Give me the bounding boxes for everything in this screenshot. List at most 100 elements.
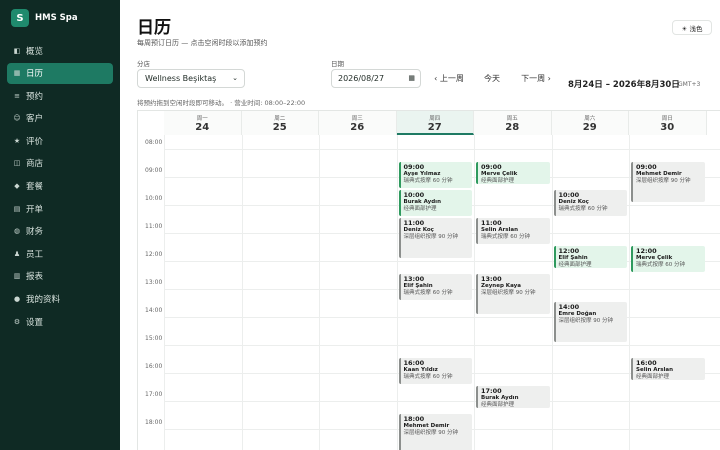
sidebar-item-9[interactable]: ♟ 员工 (7, 243, 113, 264)
appointment-card[interactable]: 09:00 Mehmet Demir 深层组织按摩 90 分钟 (631, 162, 705, 202)
day-column-divider (629, 135, 630, 450)
appointment-name: Deniz Koç (558, 199, 589, 205)
brand[interactable]: S HMS Spa (11, 9, 78, 27)
nav-icon: ★ (13, 136, 21, 145)
today-button[interactable]: 今天 (479, 70, 505, 87)
day-header[interactable]: 周六 29 (551, 111, 629, 135)
appointment-card[interactable]: 11:00 Deniz Koç 深层组织按摩 90 分钟 (398, 218, 472, 258)
appointment-name: Merve Çelik (481, 171, 518, 177)
sidebar-item-12[interactable]: ⚙ 设置 (7, 311, 113, 332)
appointment-card[interactable]: 13:00 Zeynep Kaya 深层组织按摩 90 分钟 (476, 274, 550, 314)
drag-hint: 将预约拖到空闲时段即可移动。 · 营业时间: 08:00–22:00 (137, 99, 306, 107)
appointment-service: 深层组织按摩 90 分钟 (558, 318, 614, 324)
appointment-time: 12:00 (636, 247, 657, 255)
nav-icon: ◧ (13, 46, 21, 55)
nav-icon: ▦ (13, 69, 21, 78)
theme-toggle-button[interactable]: ☀ 浅色 (672, 20, 712, 35)
appointment-name: Mehmet Demir (403, 423, 450, 429)
appointment-time: 18:00 (403, 415, 425, 423)
day-column-divider (396, 135, 398, 450)
sidebar-item-6[interactable]: ◆ 套餐 (7, 176, 113, 197)
sidebar-item-7[interactable]: ▤ 开单 (7, 198, 113, 219)
sidebar-item-label: 商店 (26, 159, 44, 170)
nav-icon: ◆ (14, 182, 20, 191)
appointment-service: 经典面部护理 (481, 402, 515, 408)
day-number: 24 (195, 122, 210, 133)
calendar-icon[interactable]: ▦ (408, 74, 415, 82)
hour-gridline (164, 401, 720, 402)
sidebar-item-label: 员工 (26, 249, 44, 260)
appointment-name: Emre Doğan (558, 311, 597, 317)
appointment-time: 09:00 (403, 163, 425, 171)
appointment-time: 10:00 (558, 191, 580, 199)
sidebar-item-8[interactable]: ◍ 财务 (7, 221, 113, 242)
appointment-name: Mehmet Demir (636, 171, 682, 177)
appointment-service: 深层组织按摩 90 分钟 (403, 234, 459, 240)
appointment-name: Elif Şahin (403, 283, 433, 289)
day-header[interactable]: 周四 27 (396, 111, 474, 135)
nav-icon: ◍ (13, 227, 21, 236)
appointment-card[interactable]: 12:00 Elif Şahin 经典面部护理 (553, 246, 627, 268)
day-weekday: 周二 (274, 116, 286, 122)
time-label: 16:00 (145, 363, 163, 370)
day-column-divider (319, 135, 320, 450)
day-number: 26 (350, 122, 365, 133)
time-label: 17:00 (145, 391, 163, 398)
appointment-service: 经典面部护理 (403, 206, 437, 212)
branch-select[interactable]: Wellness Beşiktaş ⌄ (137, 69, 245, 88)
appointment-card[interactable]: 10:00 Burak Aydın 经典面部护理 (398, 190, 472, 216)
time-label: 09:00 (145, 167, 163, 174)
day-header[interactable]: 周五 28 (474, 111, 552, 135)
appointment-service: 瑞典式按摩 60 分钟 (403, 290, 453, 296)
day-number: 28 (505, 122, 520, 133)
sidebar-item-0[interactable]: ◧ 概览 (7, 40, 113, 61)
sidebar-item-5[interactable]: ◫ 商店 (7, 153, 113, 174)
day-header[interactable]: 周三 26 (319, 111, 397, 135)
time-label: 14:00 (145, 307, 163, 314)
appointment-card[interactable]: 14:00 Emre Doğan 深层组织按摩 90 分钟 (553, 302, 627, 342)
sidebar-item-4[interactable]: ★ 评价 (7, 130, 113, 151)
week-calendar: 周一 24 周二 25 周三 26 周四 27 周五 28 周六 29 周日 30 08:00 09:00 10… (137, 110, 720, 450)
appointment-name: Zeynep Kaya (481, 283, 521, 289)
appointment-service: 经典面部护理 (636, 374, 670, 380)
appointment-card[interactable]: 18:00 Mehmet Demir 深层组织按摩 90 分钟 (398, 414, 472, 450)
prev-week-button[interactable]: ‹ 上一周 (428, 70, 470, 87)
sidebar-item-2[interactable]: ≡ 预约 (7, 85, 113, 106)
day-header[interactable]: 周一 24 (164, 111, 242, 135)
sidebar-item-3[interactable]: ☺ 客户 (7, 108, 113, 129)
day-column-divider (241, 135, 243, 450)
day-column-divider (474, 135, 475, 450)
appointment-card[interactable]: 12:00 Merve Çelik 瑞典式按摩 60 分钟 (631, 246, 705, 272)
nav-icon: ♟ (13, 249, 21, 258)
sidebar-item-1[interactable]: ▦ 日历 (7, 62, 113, 84)
appointment-service: 瑞典式按摩 60 分钟 (481, 234, 530, 240)
sidebar-item-label: 我的资料 (26, 295, 61, 306)
time-label: 11:00 (145, 223, 163, 230)
appointment-name: Selin Arslan (481, 227, 519, 233)
page-title: 日历 (137, 18, 171, 38)
date-input-value: 2026/08/27 (338, 74, 385, 83)
sidebar-item-label: 概览 (26, 46, 44, 57)
date-input[interactable]: 2026/08/27 ▦ (331, 69, 421, 88)
day-header[interactable]: 周日 30 (629, 111, 707, 135)
brand-logo: S (11, 9, 29, 27)
day-header[interactable]: 周二 25 (241, 111, 319, 135)
sidebar-item-10[interactable]: ▥ 报表 (7, 266, 113, 287)
appointment-service: 深层组织按摩 90 分钟 (403, 430, 459, 436)
next-week-button[interactable]: 下一周 › (515, 70, 557, 87)
appointment-time: 13:00 (403, 275, 425, 283)
appointment-card[interactable]: 16:00 Kaan Yıldız 瑞典式按摩 60 分钟 (398, 358, 472, 384)
appointment-name: Merve Çelik (636, 255, 673, 261)
appointment-card[interactable]: 17:00 Burak Aydın 经典面部护理 (476, 386, 550, 408)
appointment-card[interactable]: 16:00 Selin Arslan 经典面部护理 (631, 358, 705, 380)
appointment-card[interactable]: 13:00 Elif Şahin 瑞典式按摩 60 分钟 (398, 274, 472, 300)
time-label: 12:00 (145, 251, 163, 258)
appointment-card[interactable]: 09:00 Merve Çelik 经典面部护理 (476, 162, 550, 184)
appointment-card[interactable]: 09:00 Ayşe Yılmaz 瑞典式按摩 60 分钟 (398, 162, 472, 188)
day-weekday: 周四 (429, 116, 441, 122)
day-weekday: 周六 (584, 116, 596, 122)
sidebar-item-11[interactable]: ● 我的资料 (7, 289, 113, 310)
appointment-service: 经典面部护理 (481, 178, 515, 184)
appointment-card[interactable]: 11:00 Selin Arslan 瑞典式按摩 60 分钟 (476, 218, 550, 244)
appointment-card[interactable]: 10:00 Deniz Koç 瑞典式按摩 60 分钟 (553, 190, 627, 216)
